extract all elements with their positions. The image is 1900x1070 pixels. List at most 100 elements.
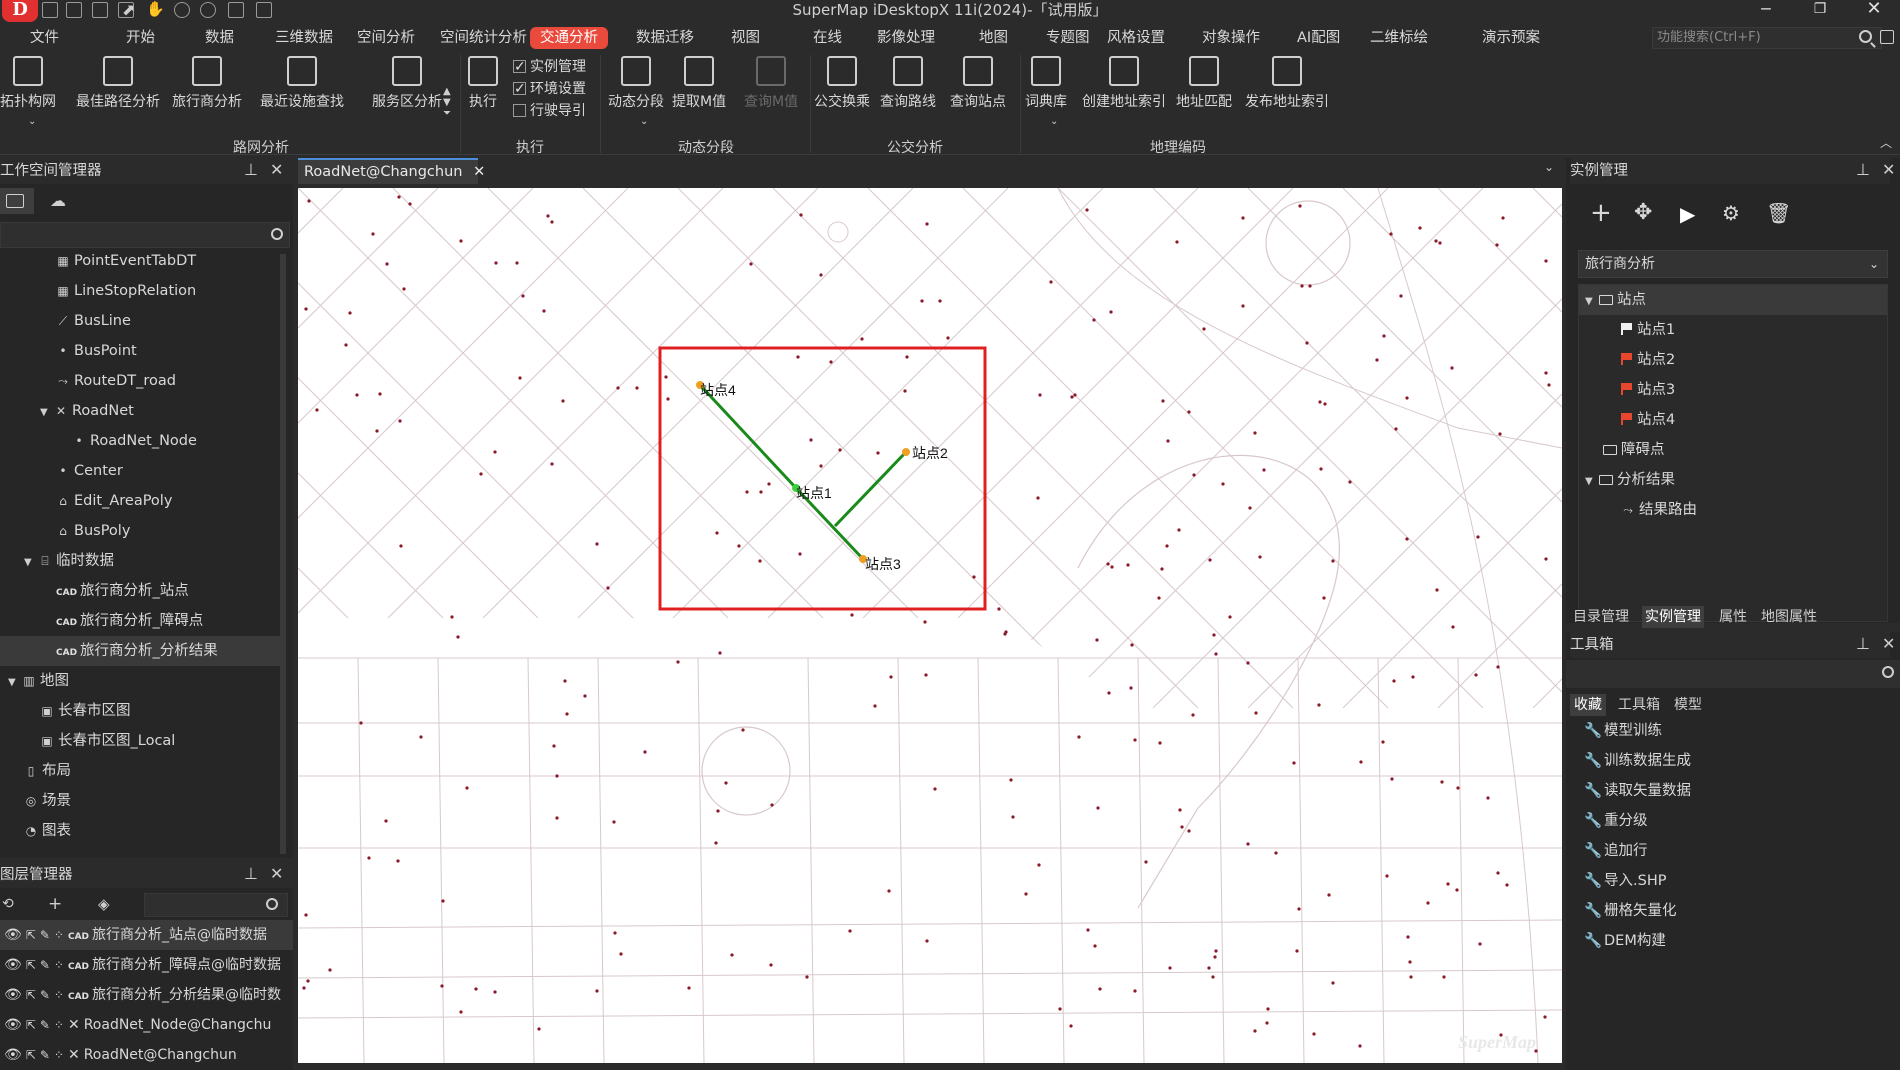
ribbon-button[interactable]: 查询M值 [744, 54, 798, 124]
expand-triangle-icon[interactable]: ▼ [1585, 467, 1599, 497]
close-window-icon[interactable]: ✕ [1856, 0, 1892, 20]
pin-icon[interactable]: ⊥ [1856, 634, 1870, 653]
snap-icon[interactable]: ⁘ [54, 988, 64, 1002]
ribbon-button[interactable]: 旅行商分析 [172, 54, 242, 124]
refresh-icon[interactable]: ⟲ [2, 896, 14, 912]
selectable-icon[interactable]: ⇱ [26, 1048, 36, 1062]
instance-tree-item[interactable]: 站点1 [1579, 315, 1887, 345]
editable-icon[interactable]: ✎ [40, 1018, 50, 1032]
workspace-search-input[interactable] [0, 222, 290, 248]
ribbon-button[interactable]: 动态分段 [608, 54, 664, 124]
ribbon-button[interactable]: 服务区分析 [372, 54, 442, 124]
check-instance-manager[interactable]: 实例管理 [513, 56, 586, 78]
editable-icon[interactable]: ✎ [40, 1048, 50, 1062]
chevron-down-icon[interactable]: ⌄ [28, 116, 36, 127]
visible-eye-icon[interactable]: 👁 [4, 1017, 22, 1033]
scrollbar[interactable] [280, 254, 286, 854]
ribbon-button[interactable]: 执行 [468, 54, 498, 124]
menu-item[interactable]: AI配图 [1297, 27, 1340, 49]
tree-item[interactable]: • Center [0, 456, 280, 486]
expand-triangle-icon[interactable]: ▼ [1585, 287, 1599, 317]
chevron-down-icon[interactable]: ⌄ [1050, 116, 1058, 127]
menu-item[interactable]: 文件 [30, 27, 59, 49]
ribbon-button[interactable]: 提取M值 [672, 54, 726, 124]
ribbon-button[interactable]: 拓扑构网 [0, 54, 56, 124]
tree-item[interactable]: ▯ 布局 [0, 756, 280, 786]
tree-item[interactable]: ▼ ⌸ 临时数据 [0, 546, 280, 576]
pin-icon[interactable]: ⊥ [244, 160, 258, 179]
menu-item[interactable]: 数据 [205, 27, 234, 49]
menu-item[interactable]: 视图 [731, 27, 760, 49]
editable-icon[interactable]: ✎ [40, 988, 50, 1002]
search-icon[interactable] [1859, 30, 1872, 43]
expand-icon[interactable] [1880, 30, 1894, 44]
expand-triangle-icon[interactable]: ▼ [8, 668, 22, 698]
selectable-icon[interactable]: ⇱ [26, 928, 36, 942]
ribbon-button[interactable]: 地址匹配 [1176, 54, 1232, 124]
checkbox-icon[interactable] [513, 104, 526, 117]
selectable-icon[interactable]: ⇱ [26, 988, 36, 1002]
tree-item[interactable]: CAD 旅行商分析_分析结果 [0, 636, 280, 666]
minimize-icon[interactable]: ‒ [1748, 0, 1784, 20]
delete-icon[interactable]: 🗑 [1766, 202, 1791, 224]
ribbon-button[interactable]: 发布地址索引 [1245, 54, 1329, 124]
tree-item[interactable]: ⌂ BusPoly [0, 516, 280, 546]
menu-item[interactable]: 演示预案 [1482, 27, 1540, 49]
menu-item[interactable]: 开始 [126, 27, 155, 49]
tree-item[interactable]: ▣ 长春市区图_Local [0, 726, 280, 756]
search-icon[interactable] [271, 228, 283, 240]
settings-icon[interactable]: ⚙ [1722, 202, 1740, 224]
toolbox-item[interactable]: 🔧 DEM构建 [1584, 926, 1884, 956]
stop-marker[interactable] [902, 448, 910, 456]
ribbon-button[interactable]: 最佳路径分析 [76, 54, 160, 124]
menu-item[interactable]: 交通分析 [530, 27, 608, 49]
map-canvas[interactable]: 站点1 站点2 站点3 站点4 SuperMap [298, 188, 1562, 1063]
tree-item[interactable]: ◎ 场景 [0, 786, 280, 816]
close-icon[interactable]: ✕ [1882, 160, 1895, 179]
ribbon-button[interactable]: 公交换乘 [814, 54, 870, 124]
ribbon-button[interactable]: 查询路线 [880, 54, 936, 124]
ribbon-button[interactable]: 创建地址索引 [1082, 54, 1166, 124]
chevron-down-icon[interactable]: ⌄ [1544, 160, 1554, 174]
editable-icon[interactable]: ✎ [40, 928, 50, 942]
menu-item[interactable]: 数据迁移 [636, 27, 694, 49]
pin-icon[interactable]: ⊥ [244, 864, 258, 883]
cloud-icon[interactable]: ☁ [50, 191, 66, 210]
tree-item[interactable]: CAD 旅行商分析_障碍点 [0, 606, 280, 636]
ribbon-button[interactable]: 最近设施查找 [260, 54, 344, 124]
search-icon[interactable] [1882, 666, 1894, 678]
layer-row[interactable]: 👁 ⇱ ✎ ⁘ CAD 旅行商分析_站点@临时数据 [0, 920, 293, 950]
toolbox-item[interactable]: 🔧 导入.SHP [1584, 866, 1884, 896]
toolbox-item[interactable]: 🔧 追加行 [1584, 836, 1884, 866]
toolbox-item[interactable]: 🔧 读取矢量数据 [1584, 776, 1884, 806]
tree-item[interactable]: ⌂ Edit_AreaPoly [0, 486, 280, 516]
tree-item[interactable]: • BusPoint [0, 336, 280, 366]
menu-item[interactable]: 专题图 [1046, 27, 1090, 49]
close-icon[interactable]: ✕ [270, 864, 283, 883]
tree-item[interactable]: ▼ ▥ 地图 [0, 666, 280, 696]
instance-tree-item[interactable]: ▼ 分析结果 [1579, 465, 1887, 495]
menu-item[interactable]: 空间分析 [357, 27, 415, 49]
panel-tab[interactable]: 实例管理 [1642, 606, 1704, 628]
close-tab-icon[interactable]: ✕ [473, 164, 485, 180]
toolbox-tab[interactable]: 模型 [1670, 694, 1706, 716]
checkbox-icon[interactable] [513, 78, 526, 100]
ribbon-button[interactable]: 查询站点 [950, 54, 1006, 124]
tree-item[interactable]: CAD 旅行商分析_站点 [0, 576, 280, 606]
instance-tree-item[interactable]: 站点4 [1579, 405, 1887, 435]
menu-item[interactable]: 三维数据 [275, 27, 333, 49]
run-icon[interactable]: ▶ [1680, 204, 1695, 224]
layer-row[interactable]: 👁 ⇱ ✎ ⁘ CAD 旅行商分析_分析结果@临时数 [0, 980, 293, 1010]
tree-item[interactable]: ▼ ✕ RoadNet [0, 396, 280, 426]
toolbox-item[interactable]: 🔧 训练数据生成 [1584, 746, 1884, 776]
selectable-icon[interactable]: ⇱ [26, 958, 36, 972]
visible-eye-icon[interactable]: 👁 [4, 1047, 22, 1063]
menu-item[interactable]: 空间统计分析 [440, 27, 527, 49]
pin-icon[interactable]: ⊥ [1856, 160, 1870, 179]
tree-item[interactable]: ▣ 长春市区图 [0, 696, 280, 726]
map-svg[interactable]: 站点1 站点2 站点3 站点4 SuperMap [298, 188, 1562, 1063]
add-icon[interactable]: + [1590, 200, 1612, 226]
snap-icon[interactable]: ⁘ [54, 928, 64, 942]
tree-item[interactable]: ▦ LineStopRelation [0, 276, 280, 306]
restore-icon[interactable]: ❐ [1802, 0, 1838, 20]
